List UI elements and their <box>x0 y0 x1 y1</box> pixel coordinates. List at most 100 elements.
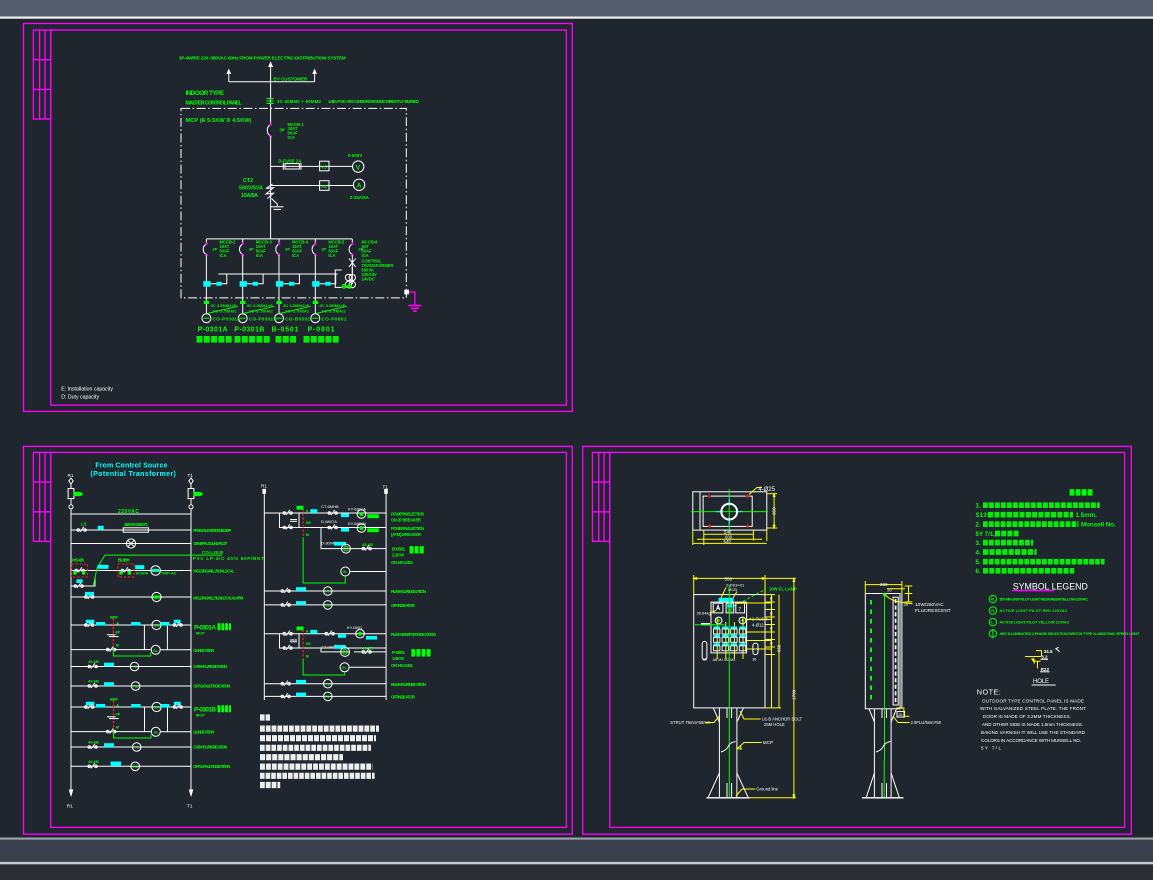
svg-text:D-6807A: D-6807A <box>321 519 337 524</box>
svg-text:75: 75 <box>769 642 773 646</box>
svg-text:350: 350 <box>880 582 888 587</box>
svg-text:25: 25 <box>898 713 902 717</box>
svg-text:220VAC: 220VAC <box>118 509 139 515</box>
svg-text:RL: RL <box>325 695 331 699</box>
svg-text:5Y 7/L: 5Y 7/L <box>981 746 1001 751</box>
svg-text:OUTDOOR TYPE CONTROL PANEL: OUTDOOR TYPE CONTROL PANEL IS MADE <box>982 698 1084 703</box>
svg-text:PVC LP-4/C 40/2 60P/BNT: PVC LP-4/C 40/2 60P/BNT <box>193 556 264 561</box>
svg-text:380VAC/40W*1: 380VAC/40W*1 <box>124 522 149 527</box>
svg-text:DOOR IS MADE OF 3.2MM THIC: DOOR IS MADE OF 3.2MM THICKNESS. <box>983 714 1071 719</box>
svg-text:ARC ILLUMINATED 2-PHASE SELECT: ARC ILLUMINATED 2-PHASE SELECTION SWITCH… <box>999 631 1140 636</box>
svg-text:ICA: ICA <box>288 135 295 140</box>
svg-text:COLORS IN ACCORDANCE WITH MUNS: COLORS IN ACCORDANCE WITH MUNSELL NO. <box>981 738 1081 743</box>
svg-text:0-15A/5A: 0-15A/5A <box>350 195 370 200</box>
svg-text:1700: 1700 <box>791 689 796 700</box>
svg-text:CO-P0801: CO-P0801 <box>321 317 346 322</box>
svg-text:15A/5A: 15A/5A <box>241 193 258 199</box>
svg-text:550: 550 <box>725 576 733 581</box>
svg-text:STRUT 75mm*50mm: STRUT 75mm*50mm <box>670 720 710 725</box>
svg-text:75: 75 <box>769 597 773 601</box>
svg-text:A: A <box>306 509 309 513</box>
svg-text:RUN MONITOR INDICATION: RUN MONITOR INDICATION <box>391 632 436 637</box>
svg-text:MOLDING MILL RUN LOCAL ALARM: MOLDING MILL RUN LOCAL ALARM <box>193 596 243 601</box>
svg-text:GL: GL <box>342 666 348 670</box>
svg-text:FLUORESCENT: FLUORESCENT <box>915 608 951 614</box>
svg-text:TRIP-AC: TRIP-AC <box>161 570 177 575</box>
svg-text:NOTE:: NOTE: <box>977 688 1001 697</box>
svg-text:Monsell No.: Monsell No. <box>1081 521 1116 528</box>
svg-text:ICA: ICA <box>256 253 263 258</box>
svg-text:RL: RL <box>133 685 139 689</box>
svg-text:350: 350 <box>772 507 777 515</box>
svg-text:25M HOLE: 25M HOLE <box>764 722 785 727</box>
svg-text:1.: 1. <box>976 503 981 510</box>
svg-text:5Y 7/1,: 5Y 7/1, <box>976 531 996 538</box>
svg-text:VS: VS <box>321 165 327 170</box>
svg-text:M: M <box>306 655 309 659</box>
svg-text:6M: 6M <box>154 706 159 710</box>
svg-text:ICA: ICA <box>362 253 369 258</box>
svg-text:2.: 2. <box>976 521 981 528</box>
svg-text:Ground line: Ground line <box>756 787 778 792</box>
svg-text:1.5KW: 1.5KW <box>392 656 405 661</box>
svg-text:49-6B: 49-6B <box>362 645 373 650</box>
svg-text:R1: R1 <box>68 473 74 478</box>
svg-text:500V/5VA: 500V/5VA <box>239 186 263 192</box>
svg-text:OFF INDICATOR: OFF INDICATOR <box>391 695 416 700</box>
svg-text:LS: LS <box>81 522 87 527</box>
svg-text:CAB-HOUR INDICATION: CAB-HOUR INDICATION <box>193 745 227 750</box>
svg-text:GL: GL <box>154 730 160 734</box>
svg-text:36: 36 <box>703 658 707 662</box>
svg-text:A: A <box>306 630 309 634</box>
svg-text:6P: 6P <box>116 713 121 717</box>
svg-text:MCP (E 5.5KW D 4.5KW): MCP (E 5.5KW D 4.5KW) <box>186 118 252 124</box>
svg-text:R22: R22 <box>1041 667 1050 672</box>
svg-text:1.5mm.: 1.5mm. <box>1076 512 1098 519</box>
svg-text:3P: 3P <box>213 247 218 252</box>
svg-text:CT-6MHB: CT-6MHB <box>321 504 339 509</box>
svg-text:KY-6801B: KY-6801B <box>348 521 366 526</box>
svg-text:INDOOR TYPE: INDOOR TYPE <box>186 90 225 97</box>
svg-text:RL: RL <box>991 597 996 601</box>
svg-text:3P-4WIRE 220~380VAC 60Hz FROM: 3P-4WIRE 220~380VAC 60Hz FROM POWER ELEC… <box>179 56 346 62</box>
svg-text:6.: 6. <box>976 568 981 575</box>
svg-text:YL: YL <box>325 682 330 686</box>
svg-text:P-0301B: P-0301B <box>234 327 264 334</box>
svg-text:500 MIN UNIT PILOT LIGHT RED/G: 500 MIN UNIT PILOT LIGHT RED/GREEN/YELLO… <box>999 597 1088 602</box>
svg-text:GL INDICATION: GL INDICATION <box>193 648 214 653</box>
svg-text:OFF & FAULT INDICATION: OFF & FAULT INDICATION <box>193 684 230 689</box>
svg-text:3.: 3. <box>976 540 981 547</box>
svg-text:3.2: 3.2 <box>1041 654 1048 659</box>
svg-text:49-6B: 49-6B <box>88 759 99 764</box>
svg-text:RUN-HOUR INDICATION: RUN-HOUR INDICATION <box>391 589 426 594</box>
svg-text:R1: R1 <box>261 484 267 489</box>
svg-text:CO-L2030: CO-L2030 <box>202 550 224 555</box>
svg-text:T1: T1 <box>187 804 193 810</box>
svg-text:(ATM) BREAKER: (ATM) BREAKER <box>391 532 422 537</box>
svg-text:HOLE: HOLE <box>1033 679 1049 685</box>
svg-text:B-0501: B-0501 <box>272 327 299 334</box>
svg-text:CO-P0301A: CO-P0301A <box>213 317 242 322</box>
svg-text:D-300A: D-300A <box>321 541 335 546</box>
svg-text:CO-B0501: CO-B0501 <box>285 317 310 322</box>
svg-text:4-Ø25: 4-Ø25 <box>758 487 775 493</box>
svg-text:YL: YL <box>134 746 139 750</box>
svg-text:ON 2P BREAKER: ON 2P BREAKER <box>391 518 422 523</box>
svg-text:POWER IN ELECTION: POWER IN ELECTION <box>391 512 424 517</box>
svg-text:(Potential Transformer): (Potential Transformer) <box>90 471 175 478</box>
svg-text:YL: YL <box>325 590 330 594</box>
svg-text:RL: RL <box>133 765 139 769</box>
svg-text:6P: 6P <box>116 631 121 635</box>
svg-text:U1-B ANCHOR BOLT: U1-B ANCHOR BOLT <box>762 717 803 722</box>
svg-text:BL-6BH: BL-6BH <box>118 558 130 563</box>
svg-text:AB M1 M2 M3: AB M1 M2 M3 <box>713 658 736 662</box>
svg-text:BAKING VARNISH IT WILL USE TH: BAKING VARNISH IT WILL USE THE STANDARD <box>981 730 1086 735</box>
svg-text:M: M <box>306 533 309 537</box>
svg-text:49-6B: 49-6B <box>88 679 99 684</box>
svg-text:75: 75 <box>769 627 773 631</box>
svg-text:2.2KW: 2.2KW <box>392 552 405 557</box>
svg-text:RUN-HOUR INDICATION: RUN-HOUR INDICATION <box>391 682 426 687</box>
svg-text:WITH GALVANIZED STEEL PLATE.: WITH GALVANIZED STEEL PLATE. THE FRONT <box>980 706 1086 711</box>
svg-text:7: 7 <box>738 607 741 613</box>
svg-text:L: L <box>991 620 993 624</box>
